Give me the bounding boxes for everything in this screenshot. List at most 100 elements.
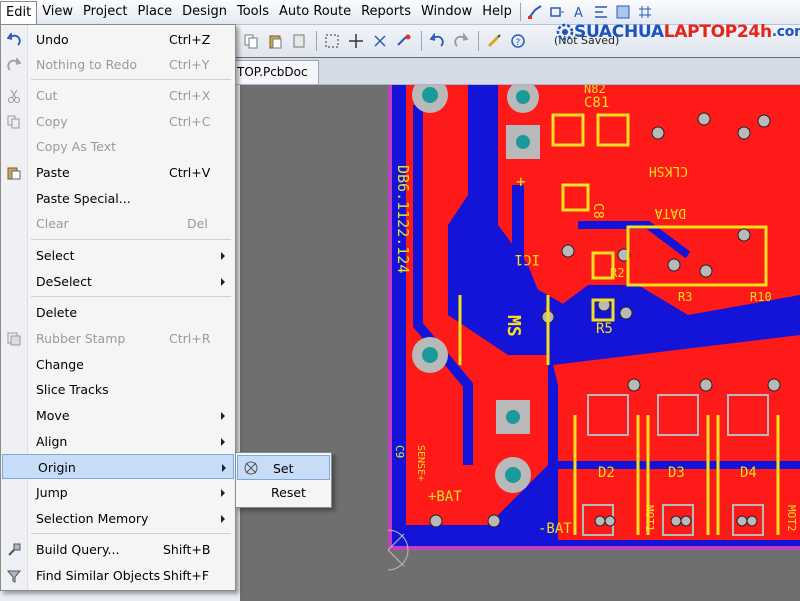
menu-item-shortcut: Ctrl+X: [169, 88, 211, 103]
menu-item-align[interactable]: Align: [1, 429, 235, 454]
menu-item-shortcut: Ctrl+R: [169, 331, 211, 346]
submenu-arrow-icon: [221, 278, 225, 286]
toolbar-separator: [421, 31, 422, 51]
document-tab[interactable]: TOP.PcbDoc: [226, 60, 319, 84]
label-d4: D4: [740, 465, 757, 481]
menu-item-label: Paste: [36, 165, 70, 180]
menu-help[interactable]: Help: [477, 0, 517, 24]
label-c81: C81: [584, 95, 609, 111]
menu-item-label: Clear: [36, 216, 69, 231]
place-pad-icon[interactable]: [546, 2, 568, 22]
menu-item-paste[interactable]: Paste Ctrl+V: [1, 160, 235, 185]
menu-item-undo[interactable]: Undo Ctrl+Z: [1, 27, 235, 52]
menu-item-label: Slice Tracks: [36, 382, 109, 397]
menu-place[interactable]: Place: [133, 0, 178, 24]
toolbar-separator: [316, 31, 317, 51]
menu-item-label: Copy As Text: [36, 139, 116, 154]
menu-tools[interactable]: Tools: [232, 0, 274, 24]
undo-toolbar-icon[interactable]: [426, 30, 448, 52]
logo-text-2: LAPTOP24h: [663, 22, 772, 42]
filter-icon: [6, 568, 22, 584]
menu-item-label: Selection Memory: [36, 511, 149, 526]
label-r2: R2: [610, 266, 624, 280]
menu-item-jump[interactable]: Jump: [1, 480, 235, 505]
copper-pour-top: [498, 85, 800, 315]
menu-item-shortcut: Ctrl+Z: [169, 32, 211, 47]
menu-item-paste-special[interactable]: Paste Special...: [1, 186, 235, 211]
menu-item-copy[interactable]: Copy Ctrl+C: [1, 109, 235, 134]
menu-project[interactable]: Project: [78, 0, 132, 24]
label-board-id: DB6.1122.124: [394, 165, 412, 273]
menu-item-change[interactable]: Change: [1, 352, 235, 377]
place-text-icon[interactable]: A: [568, 2, 590, 22]
menu-item-copy-as-text[interactable]: Copy As Text: [1, 134, 235, 159]
cross-probe-icon[interactable]: [483, 30, 505, 52]
room-icon[interactable]: [612, 2, 634, 22]
copy-icon: [6, 114, 22, 130]
menu-item-label: Undo: [36, 32, 69, 47]
menu-edit[interactable]: Edit: [0, 1, 38, 24]
submenu-arrow-icon: [221, 489, 225, 497]
rubber-stamp-toolbar-icon[interactable]: [288, 30, 310, 52]
label-mot2: MOT2: [785, 505, 798, 532]
label-r10: R10: [750, 290, 772, 304]
redo-toolbar-icon[interactable]: [450, 30, 472, 52]
menu-item-move[interactable]: Move: [1, 403, 235, 428]
pad-hole-2: [506, 410, 520, 424]
menu-item-delete[interactable]: Delete: [1, 300, 235, 325]
menu-item-shortcut: Ctrl+C: [169, 114, 211, 129]
label-d2: D2: [598, 465, 615, 481]
menu-design[interactable]: Design: [177, 0, 232, 24]
submenu-item-set[interactable]: Set: [237, 455, 330, 480]
move-icon[interactable]: [345, 30, 367, 52]
menu-item-clear[interactable]: Clear Del: [1, 211, 235, 236]
menu-item-rubber-stamp[interactable]: Rubber Stamp Ctrl+R: [1, 326, 235, 351]
menu-item-label: Move: [36, 408, 70, 423]
menu-item-slice-tracks[interactable]: Slice Tracks: [1, 377, 235, 402]
help-icon[interactable]: ?: [507, 30, 529, 52]
select-area-icon[interactable]: [321, 30, 343, 52]
undo-icon: [6, 32, 22, 48]
component-d3-body: [657, 394, 699, 436]
menu-item-label: Build Query...: [36, 542, 120, 557]
menu-item-label: Origin: [38, 460, 76, 475]
menu-item-label: Jump: [36, 485, 68, 500]
logo-text-1: SUACHUA: [574, 22, 664, 42]
watermark-logo: SUACHUALAPTOP24h.com: [556, 20, 800, 44]
grid-icon[interactable]: [634, 2, 656, 22]
pcb-board[interactable]: C81 R5 D2 D3 D4 +BAT -BAT + R2 R3 R10 N8…: [388, 85, 800, 601]
menu-item-label: Delete: [36, 305, 78, 320]
submenu-item-reset[interactable]: Reset: [236, 480, 331, 505]
menu-item-redo[interactable]: Nothing to Redo Ctrl+Y: [1, 52, 235, 77]
pad-round-hole-4: [505, 467, 521, 483]
clear-filter-icon[interactable]: [393, 30, 415, 52]
align-icon[interactable]: [590, 2, 612, 22]
label-bat-plus: +BAT: [428, 489, 462, 505]
menu-item-deselect[interactable]: DeSelect: [1, 269, 235, 294]
copy-toolbar-icon[interactable]: [240, 30, 262, 52]
label-c9: C9: [393, 445, 406, 458]
menu-item-selection-memory[interactable]: Selection Memory: [1, 506, 235, 531]
scissors-icon: [6, 88, 22, 104]
label-mot1: MOT1: [643, 505, 656, 532]
submenu-arrow-icon: [221, 412, 225, 420]
submenu-arrow-icon: [221, 252, 225, 260]
paste-toolbar-icon[interactable]: [264, 30, 286, 52]
menu-item-build-query[interactable]: Build Query... Shift+B: [1, 537, 235, 562]
menu-view[interactable]: View: [37, 0, 78, 24]
component-d2-body: [587, 394, 629, 436]
menu-item-find-similar[interactable]: Find Similar Objects Shift+F: [1, 563, 235, 588]
menu-item-origin[interactable]: Origin: [2, 454, 234, 479]
menu-item-select[interactable]: Select: [1, 243, 235, 268]
deselect-icon[interactable]: [369, 30, 391, 52]
menu-item-cut[interactable]: Cut Ctrl+X: [1, 83, 235, 108]
origin-marker-icon: [243, 460, 259, 476]
submenu-arrow-icon: [221, 438, 225, 446]
label-ic1: IC1: [515, 251, 540, 267]
menu-reports[interactable]: Reports: [356, 0, 416, 24]
logo-text-3: .com: [771, 24, 800, 40]
menu-auto-route[interactable]: Auto Route: [274, 0, 356, 24]
menu-item-label: Rubber Stamp: [36, 331, 126, 346]
menu-window[interactable]: Window: [416, 0, 477, 24]
interactive-routing-icon[interactable]: [524, 2, 546, 22]
